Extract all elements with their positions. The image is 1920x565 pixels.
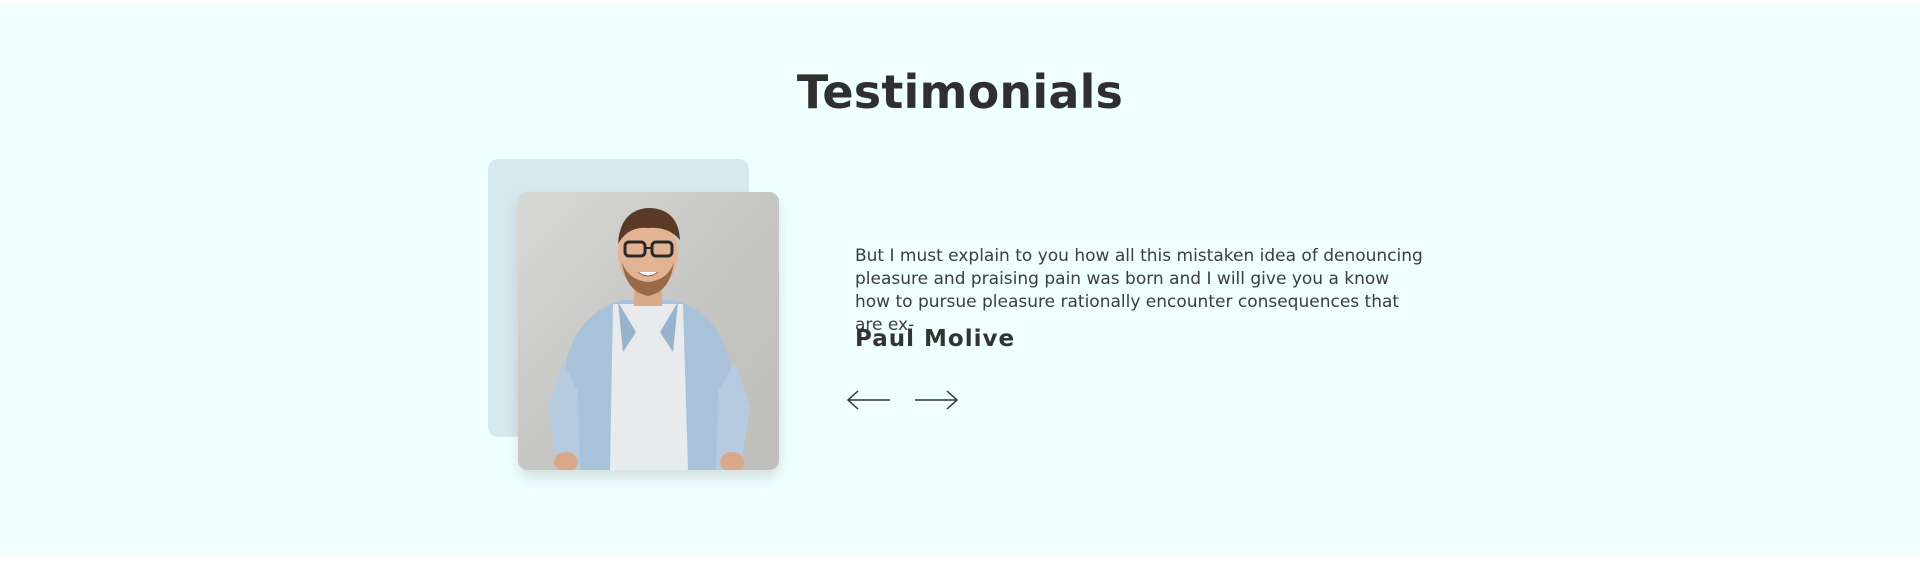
person-photo-icon	[518, 192, 779, 470]
testimonial-quote: But I must explain to you how all this m…	[855, 246, 1423, 335]
previous-button[interactable]	[846, 387, 892, 413]
testimonials-section: Testimonials But I must explain to you h…	[0, 3, 1920, 556]
arrow-left-icon	[846, 390, 890, 410]
testimonial-author: Paul Molive	[855, 326, 1016, 352]
arrow-right-icon	[915, 390, 959, 410]
section-title: Testimonials	[796, 65, 1124, 119]
testimonial-photo	[518, 192, 779, 470]
next-button[interactable]	[913, 387, 959, 413]
